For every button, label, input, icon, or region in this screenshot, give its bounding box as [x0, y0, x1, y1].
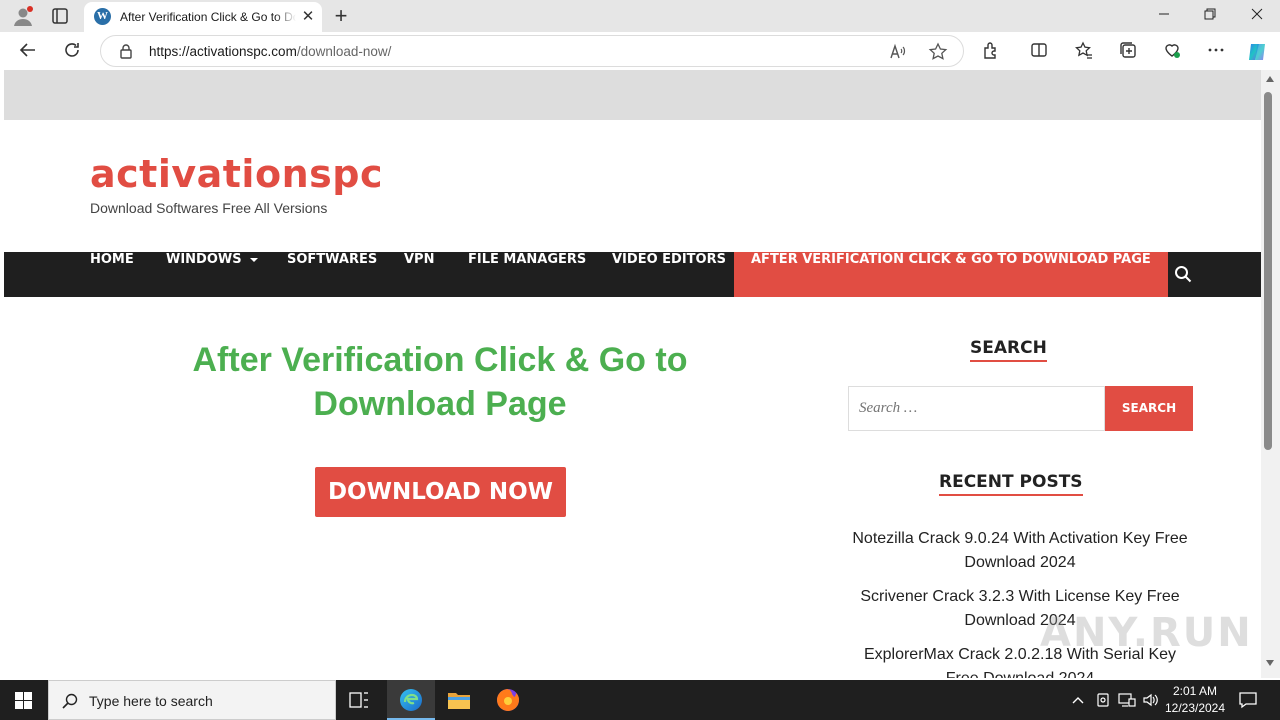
url-text[interactable]: https://activationspc.com/download-now/: [149, 44, 391, 59]
edge-taskbar-icon[interactable]: [387, 680, 435, 720]
refresh-icon[interactable]: [60, 40, 84, 64]
sidebar-search-input[interactable]: [848, 386, 1105, 431]
nav-item-download-page[interactable]: AFTER VERIFICATION CLICK & GO TO DOWNLOA…: [734, 252, 1168, 297]
collections-icon[interactable]: [1116, 40, 1140, 64]
favorites-icon[interactable]: [1072, 40, 1096, 64]
nav-item-file-managers[interactable]: FILE MANAGERS: [468, 252, 586, 297]
site-tagline: Download Softwares Free All Versions: [90, 200, 328, 216]
download-now-button[interactable]: DOWNLOAD NOW: [315, 467, 566, 517]
nav-item-home[interactable]: HOME: [90, 252, 134, 297]
recent-posts-title: RECENT POSTS: [939, 472, 1083, 496]
minimize-icon[interactable]: [1141, 0, 1187, 32]
file-explorer-icon[interactable]: [447, 689, 471, 711]
taskbar-clock[interactable]: 2:01 AM 12/23/2024: [1160, 683, 1230, 717]
network-icon[interactable]: [1118, 692, 1136, 708]
taskbar-search-placeholder: Type here to search: [89, 693, 213, 709]
nav-item-label: WINDOWS: [166, 252, 242, 267]
wordpress-icon: W: [94, 8, 111, 25]
volume-icon[interactable]: [1142, 692, 1160, 708]
tab-actions-icon[interactable]: [51, 7, 69, 25]
more-options-icon[interactable]: [1204, 40, 1228, 64]
page-viewport: activationspc Download Softwares Free Al…: [4, 70, 1261, 678]
extensions-icon[interactable]: [979, 40, 1003, 64]
sidebar-search-button[interactable]: SEARCH: [1105, 386, 1193, 431]
caret-down-icon: [249, 257, 258, 262]
nav-item-softwares[interactable]: SOFTWARES: [287, 252, 377, 297]
nav-item-windows[interactable]: WINDOWS: [166, 252, 258, 297]
profile-avatar-icon[interactable]: [12, 5, 34, 27]
scrollbar-thumb[interactable]: [1264, 92, 1272, 450]
active-tab[interactable]: W After Verification Click & Go to Downl…: [84, 2, 322, 32]
task-view-icon[interactable]: [348, 690, 370, 710]
site-title[interactable]: activationspc: [90, 152, 383, 196]
nav-item-video-editors[interactable]: VIDEO EDITORS: [612, 252, 726, 297]
clock-time: 2:01 AM: [1172, 684, 1218, 698]
notifications-icon[interactable]: [1238, 690, 1258, 710]
close-tab-icon[interactable]: ✕: [299, 8, 317, 26]
windows-start-icon[interactable]: [0, 680, 48, 720]
network-device-icon[interactable]: [1095, 692, 1111, 708]
search-icon[interactable]: [1174, 265, 1194, 285]
search-widget-title: SEARCH: [970, 338, 1047, 362]
restore-icon[interactable]: [1187, 0, 1233, 32]
read-aloud-icon[interactable]: [889, 43, 907, 61]
page-heading: After Verification Click & Go to Downloa…: [192, 341, 688, 423]
chevron-up-icon[interactable]: [1071, 693, 1085, 707]
favorite-star-icon[interactable]: [928, 42, 948, 62]
taskbar-search-box[interactable]: Type here to search: [48, 680, 336, 720]
firefox-icon[interactable]: [496, 688, 520, 712]
browser-essentials-icon[interactable]: [1160, 40, 1184, 64]
recent-post-link[interactable]: Notezilla Crack 9.0.24 With Activation K…: [850, 527, 1190, 575]
copilot-icon[interactable]: [1245, 40, 1269, 64]
main-navigation: HOME WINDOWS SOFTWARES VPN FILE MANAGERS…: [4, 252, 1261, 297]
nav-item-vpn[interactable]: VPN: [404, 252, 434, 297]
back-arrow-icon[interactable]: [16, 40, 40, 64]
new-tab-button[interactable]: +: [330, 2, 352, 30]
lock-icon[interactable]: [119, 43, 133, 64]
split-screen-icon[interactable]: [1027, 40, 1051, 64]
tab-title: After Verification Click & Go to Downloa…: [120, 10, 296, 24]
search-icon: [62, 693, 78, 709]
address-bar[interactable]: https://activationspc.com/download-now/: [100, 35, 964, 67]
close-window-icon[interactable]: [1234, 0, 1280, 32]
ad-banner-area: [4, 70, 1261, 120]
clock-date: 12/23/2024: [1164, 701, 1226, 715]
anyrun-watermark: ANY.RUN: [1040, 610, 1253, 656]
